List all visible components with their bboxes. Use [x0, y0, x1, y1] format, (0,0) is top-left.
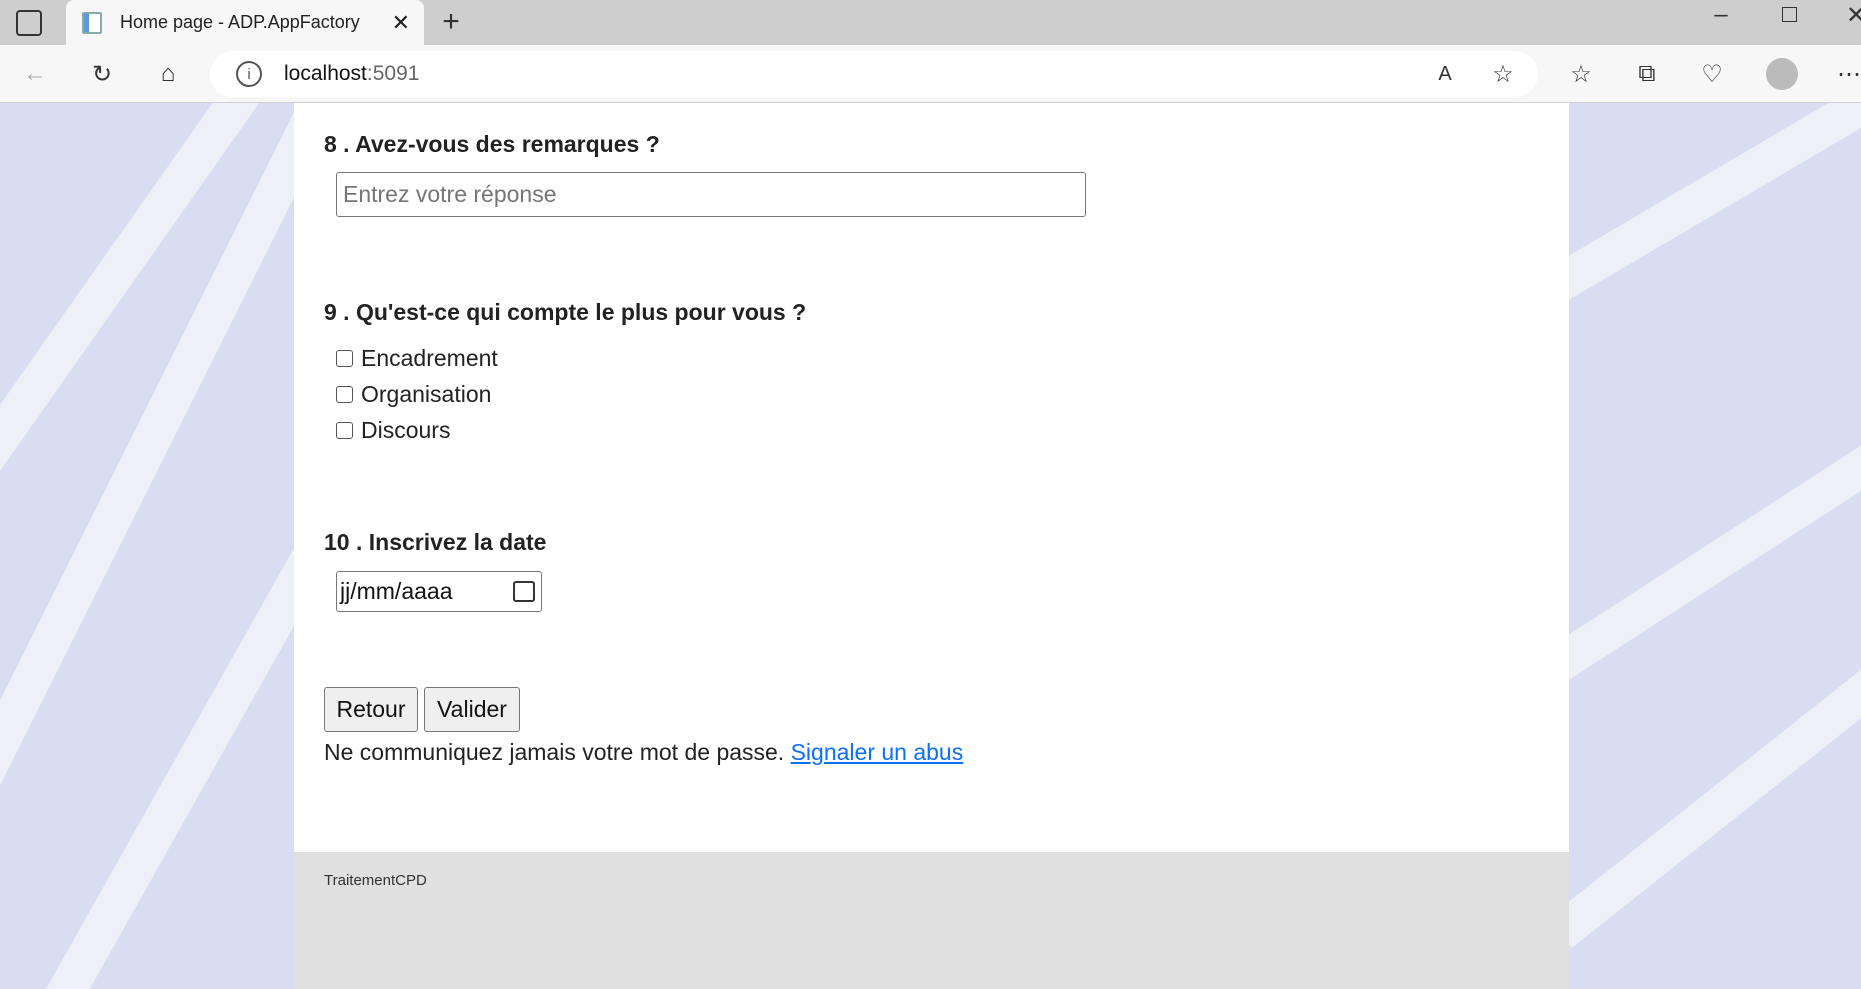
favicon-icon: [82, 11, 102, 34]
url-host: localhost: [284, 62, 367, 85]
checkbox-organisation[interactable]: Organisation: [336, 381, 491, 408]
option-label: Organisation: [361, 381, 492, 407]
checkbox-icon[interactable]: [336, 422, 353, 439]
footer-text: TraitementCPD: [324, 872, 427, 889]
collections-icon[interactable]: ⧉: [1632, 59, 1662, 89]
close-window-icon[interactable]: ✕: [1846, 2, 1861, 29]
refresh-icon[interactable]: ↻: [87, 59, 117, 89]
remarks-input[interactable]: [336, 172, 1086, 217]
date-placeholder: jj/mm/aaaa: [340, 578, 453, 604]
back-button[interactable]: Retour: [324, 687, 418, 732]
browser-tab[interactable]: Home page - ADP.AppFactory ✕: [66, 0, 424, 45]
date-input[interactable]: jj/mm/aaaa: [336, 571, 542, 612]
checkbox-icon[interactable]: [336, 386, 353, 403]
report-abuse-link[interactable]: Signaler un abus: [791, 739, 964, 765]
tab-bar: Home page - ADP.AppFactory ✕ + – ✕: [0, 0, 1861, 45]
question-9-label: 9 . Qu'est-ce qui compte le plus pour vo…: [324, 299, 807, 325]
calendar-icon[interactable]: [513, 581, 535, 602]
sidebar-toggle-icon[interactable]: [16, 10, 42, 36]
browser-essentials-icon[interactable]: ♡: [1697, 59, 1727, 89]
read-aloud-icon[interactable]: A: [1430, 59, 1460, 89]
address-bar: ← ↻ ⌂ i localhost:5091 A ☆ ☆ ⧉ ♡ ⋯: [0, 45, 1861, 103]
favorites-icon[interactable]: ☆: [1566, 59, 1596, 89]
url-port: :5091: [366, 62, 420, 85]
favorite-star-icon[interactable]: ☆: [1488, 59, 1518, 89]
back-icon[interactable]: ←: [20, 59, 50, 89]
checkbox-icon[interactable]: [336, 350, 353, 367]
submit-button[interactable]: Valider: [424, 687, 520, 732]
question-8-label: 8 . Avez-vous des remarques ?: [324, 131, 660, 157]
question-10-label: 10 . Inscrivez la date: [324, 529, 547, 555]
option-label: Encadrement: [361, 345, 498, 371]
footer: TraitementCPD: [294, 852, 1569, 989]
maximize-icon[interactable]: [1782, 7, 1797, 22]
password-notice: Ne communiquez jamais votre mot de passe…: [324, 739, 963, 766]
checkbox-discours[interactable]: Discours: [336, 417, 450, 444]
tab-title: Home page - ADP.AppFactory: [120, 12, 360, 32]
close-tab-icon[interactable]: ✕: [392, 10, 410, 36]
profile-avatar[interactable]: [1766, 58, 1798, 90]
checkbox-encadrement[interactable]: Encadrement: [336, 345, 498, 372]
form-page: 8 . Avez-vous des remarques ? 9 . Qu'est…: [294, 103, 1569, 852]
new-tab-icon[interactable]: +: [436, 5, 466, 38]
home-icon[interactable]: ⌂: [153, 59, 183, 89]
notice-text: Ne communiquez jamais votre mot de passe…: [324, 739, 785, 765]
url-field[interactable]: i localhost:5091 A ☆: [210, 51, 1538, 97]
site-info-icon[interactable]: i: [236, 61, 262, 87]
more-icon[interactable]: ⋯: [1836, 59, 1861, 89]
option-label: Discours: [361, 417, 451, 443]
minimize-icon[interactable]: –: [1708, 1, 1734, 28]
